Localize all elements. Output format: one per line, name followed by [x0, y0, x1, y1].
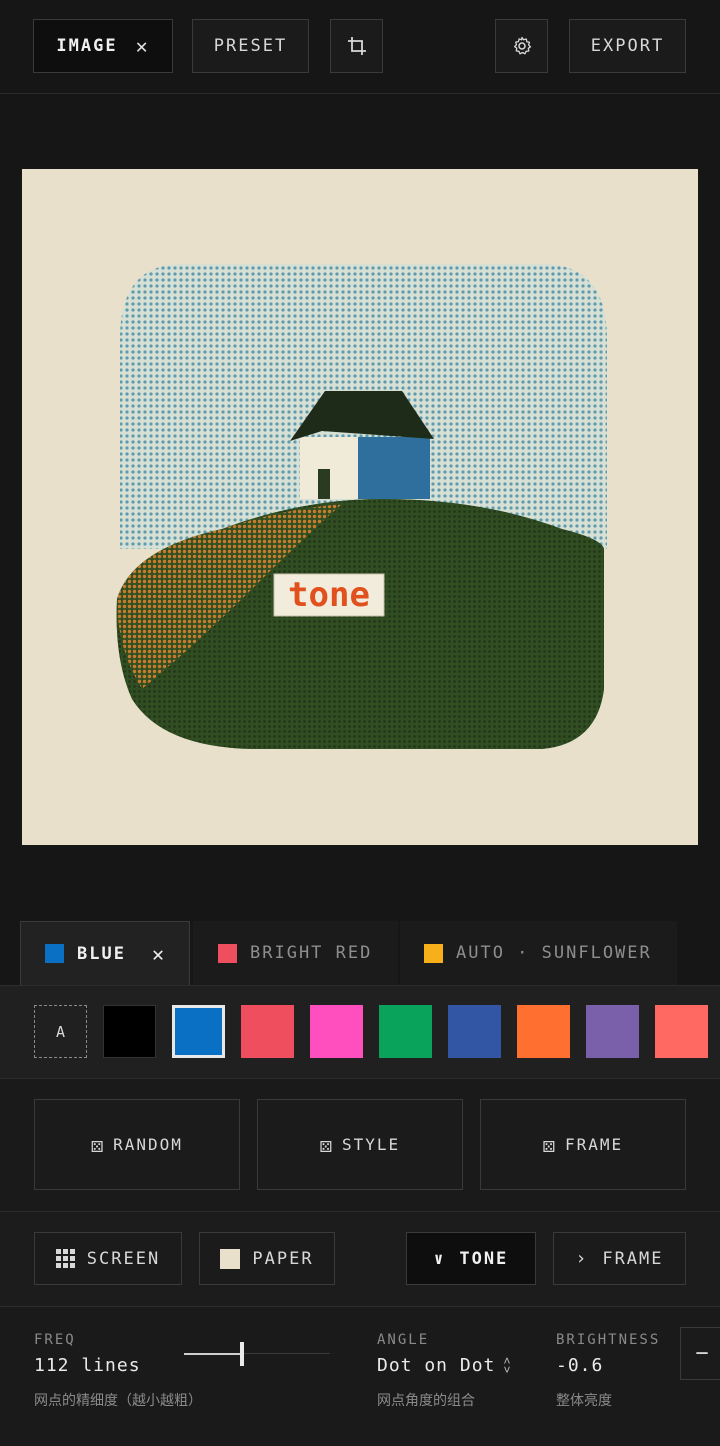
angle-value: Dot on Dot: [377, 1355, 496, 1376]
tab-auto-sunflower-label: AUTO · SUNFLOWER: [456, 943, 652, 963]
dice-icon: ⚄: [542, 1132, 557, 1157]
sunflower-color-chip: [424, 943, 443, 963]
tab-auto-sunflower[interactable]: AUTO · SUNFLOWER: [400, 921, 677, 985]
swatch-red[interactable]: [241, 1005, 294, 1058]
tab-blue-label: BLUE: [77, 943, 126, 964]
freq-hint: 网点的精细度（越小越粗）: [34, 1393, 202, 1409]
chevron-down-icon: ∨: [433, 1249, 446, 1268]
params-panel: [0, 1306, 720, 1446]
dice-icon: ⚄: [91, 1132, 106, 1157]
tab-blue[interactable]: BLUE ✕: [20, 921, 190, 985]
style-button[interactable]: ⚄ STYLE: [257, 1099, 463, 1190]
crop-icon: [347, 37, 366, 55]
toolbar-divider: [0, 93, 720, 94]
dice-icon: ⚄: [319, 1132, 334, 1157]
auto-swatch-label: A: [55, 1022, 66, 1041]
screen-button[interactable]: SCREEN: [34, 1232, 182, 1285]
swatch-pink[interactable]: [310, 1005, 363, 1058]
frame-mode-button[interactable]: › FRAME: [553, 1232, 686, 1285]
brightness-label: BRIGHTNESS: [556, 1332, 661, 1348]
close-icon[interactable]: ✕: [136, 34, 150, 58]
image-tab-label: IMAGE: [56, 36, 118, 56]
preset-label: PRESET: [213, 36, 288, 56]
tone-overlay-text: tone: [288, 575, 370, 615]
swatch-green[interactable]: [379, 1005, 432, 1058]
frame-action-button[interactable]: ⚄ FRAME: [480, 1099, 686, 1190]
preset-button[interactable]: PRESET: [192, 19, 309, 73]
swatch-coral[interactable]: [655, 1005, 708, 1058]
paper-label: PAPER: [252, 1248, 314, 1269]
swatch-orange[interactable]: [517, 1005, 570, 1058]
style-label: STYLE: [341, 1135, 401, 1154]
tab-bright-red-label: BRIGHT RED: [250, 943, 373, 963]
angle-select[interactable]: Dot on Dot ˄ ˅: [377, 1355, 511, 1376]
brightness-hint: 整体亮度: [556, 1393, 612, 1409]
gear-icon: [513, 36, 531, 55]
minus-icon: −: [695, 1341, 711, 1366]
halftone-house-image: [116, 264, 607, 749]
export-label: EXPORT: [590, 36, 665, 56]
frame-mode-label: FRAME: [602, 1248, 664, 1269]
image-tab-button[interactable]: IMAGE ✕: [33, 19, 173, 73]
grid-icon: [55, 1249, 75, 1268]
freq-slider[interactable]: [184, 1342, 330, 1366]
angle-label: ANGLE: [377, 1332, 430, 1348]
swatch-royal-blue[interactable]: [448, 1005, 501, 1058]
freq-label: FREQ: [34, 1332, 76, 1348]
swatch-black[interactable]: [103, 1005, 156, 1058]
close-tab-icon[interactable]: ✕: [152, 942, 166, 966]
swatch-purple[interactable]: [586, 1005, 639, 1058]
angle-hint: 网点角度的组合: [377, 1393, 475, 1409]
brightness-decrease-button[interactable]: −: [680, 1327, 720, 1380]
paper-button[interactable]: PAPER: [199, 1232, 335, 1285]
settings-button[interactable]: [495, 19, 548, 73]
paper-swatch-icon: [220, 1248, 241, 1269]
select-arrows-icon: ˄ ˅: [503, 1354, 511, 1377]
tone-button[interactable]: ∨ TONE: [406, 1232, 536, 1285]
chevron-right-icon: ›: [575, 1248, 589, 1269]
brightness-value: -0.6: [556, 1355, 604, 1376]
crop-button[interactable]: [330, 19, 383, 73]
tone-label: TONE: [459, 1248, 509, 1269]
red-color-chip: [218, 943, 237, 963]
swatch-blue-selected[interactable]: [172, 1005, 225, 1058]
preview-canvas[interactable]: tone: [22, 169, 698, 845]
blue-color-chip: [45, 944, 64, 963]
freq-slider-fill: [184, 1353, 242, 1355]
random-button[interactable]: ⚄ RANDOM: [34, 1099, 240, 1190]
tab-bright-red[interactable]: BRIGHT RED: [193, 921, 398, 985]
screen-label: SCREEN: [86, 1248, 161, 1269]
frame-action-label: FRAME: [564, 1135, 624, 1154]
export-button[interactable]: EXPORT: [569, 19, 686, 73]
freq-slider-thumb[interactable]: [240, 1342, 244, 1366]
auto-color-swatch[interactable]: A: [34, 1005, 87, 1058]
random-label: RANDOM: [113, 1135, 183, 1154]
freq-value: 112 lines: [34, 1355, 141, 1376]
